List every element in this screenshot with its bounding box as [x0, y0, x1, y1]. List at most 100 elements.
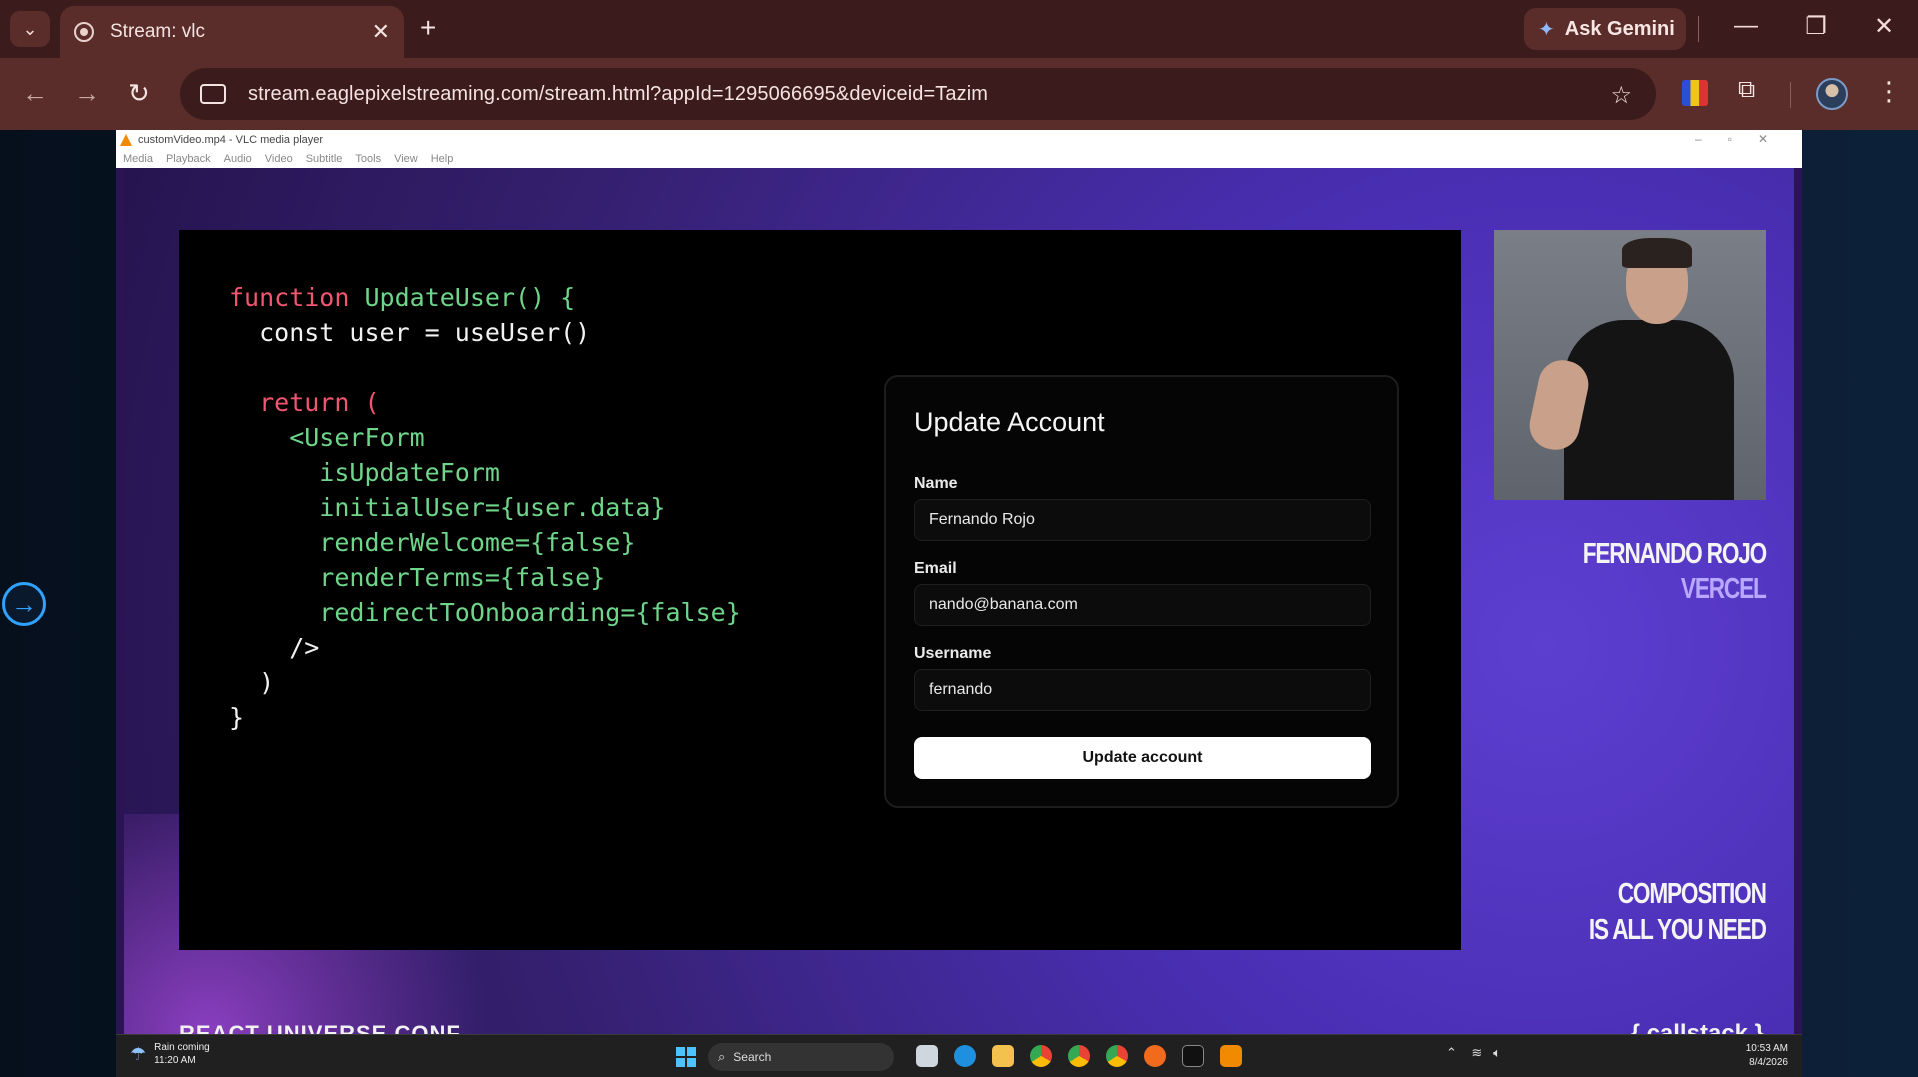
taskbar-search[interactable]: ⌕ Search — [708, 1043, 894, 1071]
weather-widget[interactable]: ☂ Rain coming 11:20 AM — [130, 1041, 210, 1067]
vlc-taskbar-icon[interactable] — [1220, 1045, 1242, 1067]
search-icon: ⌕ — [718, 1049, 726, 1064]
profile-avatar[interactable] — [1816, 78, 1848, 110]
code-line-4: <UserForm — [229, 423, 425, 452]
clock-date: 8/4/2026 — [1749, 1057, 1788, 1068]
sponsor-text: { callstack } — [1630, 1020, 1764, 1034]
code-line-5: isUpdateForm — [229, 458, 500, 487]
code-line-1: const user = useUser() — [229, 318, 591, 347]
reload-icon[interactable]: ↻ — [128, 78, 150, 109]
firefox-icon[interactable] — [1144, 1045, 1166, 1067]
code-line-12: } — [229, 703, 245, 732]
chrome-icon-3[interactable] — [1106, 1045, 1128, 1067]
card-title: Update Account — [914, 407, 1105, 437]
browser-toolbar: ← → ↻ stream.eaglepixelstreaming.com/str… — [0, 58, 1918, 130]
code-line-8: renderTerms={false} — [229, 563, 606, 592]
back-icon[interactable]: ← — [22, 78, 48, 109]
extension-flag-icon[interactable] — [1682, 80, 1708, 106]
code-line-7: renderWelcome={false} — [229, 528, 636, 557]
task-view-icon[interactable] — [916, 1045, 938, 1067]
address-bar[interactable]: stream.eaglepixelstreaming.com/stream.ht… — [180, 68, 1656, 120]
vlc-menu-view[interactable]: View — [394, 153, 418, 165]
code-line-6: initialUser={user.data} — [229, 493, 666, 522]
vlc-window-buttons[interactable]: –▫✕ — [1695, 132, 1794, 146]
update-account-button: Update account — [914, 737, 1371, 779]
video-frame[interactable]: function UpdateUser() { const user = use… — [124, 168, 1794, 1034]
edge-icon[interactable] — [954, 1045, 976, 1067]
ask-gemini-label: Ask Gemini — [1564, 17, 1675, 40]
browser-tab-bar: ⌄ Stream: vlc ✕ + ✦ Ask Gemini — ❐ ✕ — [0, 0, 1918, 58]
divider — [1698, 16, 1699, 42]
vlc-menu-help[interactable]: Help — [431, 153, 454, 165]
restore-button[interactable]: ❐ — [1796, 12, 1836, 41]
ask-gemini-button[interactable]: ✦ Ask Gemini — [1524, 8, 1686, 50]
bookmark-star-icon[interactable]: ☆ — [1610, 81, 1632, 110]
arrow-right-icon[interactable]: → — [2, 582, 46, 626]
vlc-window: customVideo.mp4 - VLC media player –▫✕ M… — [116, 130, 1802, 1034]
slide: function UpdateUser() { const user = use… — [179, 230, 1461, 950]
speaker-hair — [1622, 238, 1692, 268]
vlc-menu-video[interactable]: Video — [265, 153, 293, 165]
plus-icon: + — [420, 12, 437, 43]
weather-time: 11:20 AM — [154, 1055, 196, 1066]
volume-icon[interactable]: 🔈︎ — [1493, 1045, 1501, 1060]
tab-favicon-icon — [74, 22, 94, 42]
chevron-down-icon: ⌄ — [22, 18, 38, 39]
vlc-menu-media[interactable]: Media — [123, 153, 153, 165]
vlc-menu-bar: Media Playback Audio Video Subtitle Tool… — [116, 150, 1802, 168]
system-tray[interactable]: ⌃ ≋ 🔈︎ — [1446, 1045, 1501, 1061]
chrome-icon-2[interactable] — [1068, 1045, 1090, 1067]
gemini-icon: ✦ — [1538, 18, 1555, 41]
vlc-cone-icon — [120, 134, 132, 146]
tab-title: Stream: vlc — [110, 21, 206, 42]
vlc-menu-playback[interactable]: Playback — [166, 153, 211, 165]
taskbar-search-label: Search — [733, 1050, 772, 1064]
terminal-icon[interactable] — [1182, 1045, 1204, 1067]
vlc-menu-subtitle[interactable]: Subtitle — [306, 153, 343, 165]
file-explorer-icon[interactable] — [992, 1045, 1014, 1067]
stream-page: → customVideo.mp4 - VLC media player –▫✕… — [0, 130, 1918, 1077]
wifi-icon[interactable]: ≋ — [1471, 1045, 1482, 1060]
name-field: Fernando Rojo — [914, 499, 1371, 541]
weather-title: Rain coming — [154, 1042, 210, 1053]
minimize-button[interactable]: — — [1726, 12, 1766, 40]
active-tab[interactable]: Stream: vlc ✕ — [60, 6, 404, 58]
username-label: Username — [914, 645, 992, 662]
code-line-3: return ( — [229, 388, 380, 417]
close-window-button[interactable]: ✕ — [1864, 12, 1904, 41]
vlc-title: customVideo.mp4 - VLC media player — [138, 134, 324, 146]
code-line-10: /> — [229, 633, 320, 662]
conference-name: REACT UNIVERSE CONF — [179, 1021, 461, 1034]
rain-cloud-icon: ☂ — [130, 1043, 147, 1064]
chevron-up-icon[interactable]: ⌃ — [1446, 1045, 1457, 1060]
menu-icon[interactable]: ⋮ — [1876, 76, 1902, 107]
code-line-9: redirectToOnboarding={false} — [229, 598, 741, 627]
code-block: function UpdateUser() { const user = use… — [229, 283, 741, 732]
clock-time: 10:53 AM — [1745, 1043, 1788, 1054]
vlc-menu-audio[interactable]: Audio — [224, 153, 252, 165]
windows-taskbar: ☂ Rain coming 11:20 AM ⌕ Search ⌃ ≋ 🔈︎ 1… — [116, 1034, 1802, 1077]
chrome-icon[interactable] — [1030, 1045, 1052, 1067]
new-tab-button[interactable]: + — [420, 12, 436, 44]
close-tab-icon[interactable]: ✕ — [372, 19, 390, 45]
site-info-icon[interactable] — [200, 84, 226, 104]
extensions-puzzle-icon[interactable]: ⧉ — [1738, 76, 1764, 103]
talk-title-line-1: COMPOSITION — [1618, 878, 1767, 910]
vlc-menu-tools[interactable]: Tools — [355, 153, 381, 165]
speaker-name: FERNANDO ROJO — [1582, 538, 1768, 570]
start-button[interactable] — [676, 1047, 696, 1067]
divider — [1790, 82, 1791, 108]
update-account-card: Update Account Name Fernando Rojo Email … — [884, 375, 1399, 808]
url-text[interactable]: stream.eaglepixelstreaming.com/stream.ht… — [248, 83, 988, 106]
vlc-title-bar: customVideo.mp4 - VLC media player –▫✕ — [116, 130, 1802, 150]
speaker-company: VERCEL — [1681, 573, 1767, 605]
taskbar-clock[interactable]: 10:53 AM 8/4/2026 — [1746, 1042, 1788, 1070]
email-label: Email — [914, 560, 957, 577]
username-field: fernando — [914, 669, 1371, 711]
email-field: nando@banana.com — [914, 584, 1371, 626]
code-line-0: UpdateUser() { — [364, 283, 576, 312]
forward-icon[interactable]: → — [74, 78, 100, 109]
speaker-camera — [1494, 230, 1766, 500]
tab-search-button[interactable]: ⌄ — [10, 11, 50, 47]
speaker-body — [1564, 320, 1734, 500]
